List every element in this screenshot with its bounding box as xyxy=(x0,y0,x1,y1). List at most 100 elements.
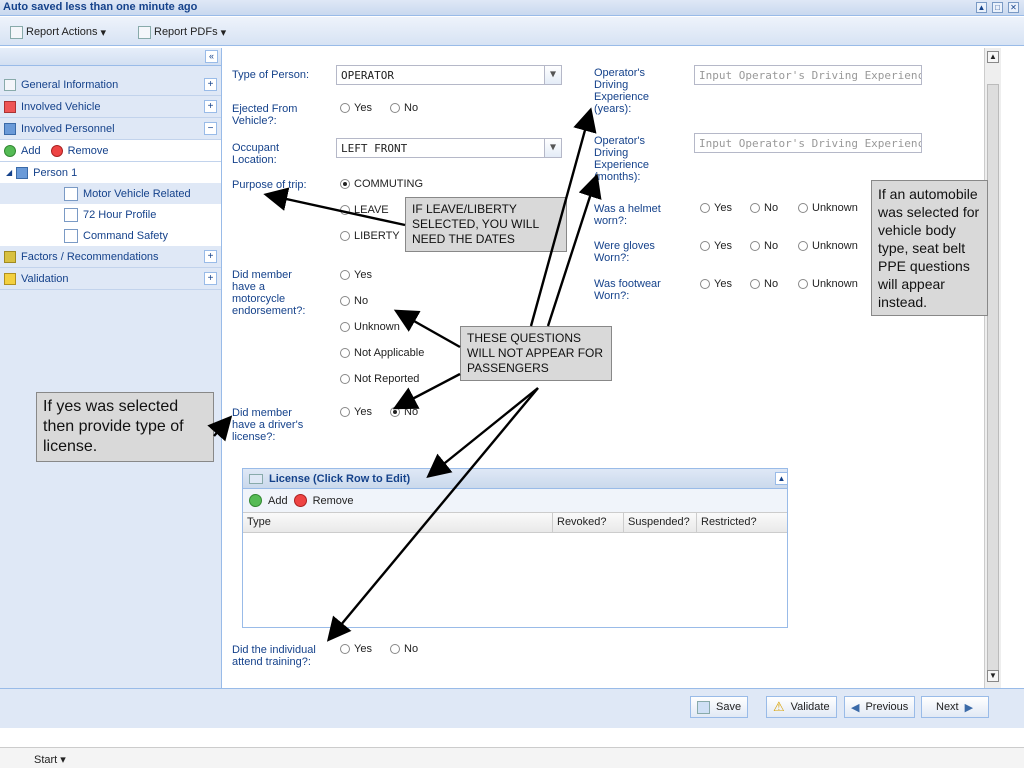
report-pdfs-button[interactable]: Report PDFs ▾ xyxy=(138,24,226,40)
helmet-unknown-radio[interactable]: Unknown xyxy=(798,202,858,214)
training-no-radio[interactable]: No xyxy=(390,643,418,655)
report-actions-button[interactable]: Report Actions ▾ xyxy=(10,24,106,40)
add-license-button[interactable]: Add xyxy=(268,495,288,507)
gloves-unknown-radio[interactable]: Unknown xyxy=(798,240,858,252)
footwear-no-radio[interactable]: No xyxy=(750,278,778,290)
collapse-icon[interactable]: − xyxy=(204,122,217,135)
column-suspended[interactable]: Suspended? xyxy=(624,513,697,532)
sidebar-item-factors[interactable]: Factors / Recommendations + xyxy=(0,246,221,268)
radio-label: Yes xyxy=(714,202,732,214)
vertical-scrollbar[interactable]: ▲ ▼ xyxy=(984,48,1001,688)
chevron-down-icon[interactable]: ▼ xyxy=(544,139,561,157)
expand-icon[interactable]: + xyxy=(204,250,217,263)
start-label: Start xyxy=(34,754,58,766)
report-pdfs-label: Report PDFs xyxy=(154,26,218,38)
helmet-yes-radio[interactable]: Yes xyxy=(700,202,732,214)
previous-button[interactable]: ◀ Previous xyxy=(844,696,916,718)
printer-icon xyxy=(138,25,151,39)
remove-icon[interactable] xyxy=(293,494,307,507)
tree-item-72-hour-profile[interactable]: 72 Hour Profile xyxy=(0,204,221,225)
remove-license-button[interactable]: Remove xyxy=(313,495,354,507)
ejected-yes-radio[interactable]: Yes xyxy=(340,102,372,114)
endorsement-label-line3: motorcycle xyxy=(232,293,286,305)
sidebar-item-involved-personnel[interactable]: Involved Personnel − xyxy=(0,118,221,140)
page-icon xyxy=(64,186,78,201)
tree-item-motor-vehicle-related[interactable]: Motor Vehicle Related xyxy=(0,183,221,204)
next-button[interactable]: Next ▶ xyxy=(921,696,989,718)
helmet-no-radio[interactable]: No xyxy=(750,202,778,214)
collapse-icon[interactable]: ▲ xyxy=(775,472,788,485)
expand-icon[interactable]: + xyxy=(204,272,217,285)
maximize-icon[interactable]: □ xyxy=(992,2,1003,13)
start-button[interactable]: Start ▾ xyxy=(34,753,66,766)
scrollbar-thumb[interactable] xyxy=(987,84,999,674)
validate-label: Validate xyxy=(790,701,830,713)
exp-years-input[interactable]: Input Operator's Driving Experience (yea… xyxy=(694,65,922,85)
collapse-left-icon[interactable]: « xyxy=(205,50,218,63)
radio-icon xyxy=(340,205,350,215)
footwear-yes-radio[interactable]: Yes xyxy=(700,278,732,290)
validate-button[interactable]: ⚠ Validate xyxy=(766,696,837,718)
endorsement-yes-radio[interactable]: Yes xyxy=(340,269,372,281)
exp-months-input[interactable]: Input Operator's Driving Experience (mon… xyxy=(694,133,922,153)
sidebar-item-involved-vehicle[interactable]: Involved Vehicle + xyxy=(0,96,221,118)
chevron-down-icon[interactable]: ▼ xyxy=(544,66,561,84)
column-revoked[interactable]: Revoked? xyxy=(553,513,624,532)
radio-label: No xyxy=(764,240,779,252)
radio-label: Unknown xyxy=(812,202,858,214)
endorsement-unknown-radio[interactable]: Unknown xyxy=(340,321,400,333)
exp-months-label-line3: Experience xyxy=(594,159,650,171)
sidebar-item-validation[interactable]: Validation + xyxy=(0,268,221,290)
radio-label: COMMUTING xyxy=(354,178,424,190)
purpose-commuting-radio[interactable]: COMMUTING xyxy=(340,178,423,190)
license-grid-header[interactable]: License (Click Row to Edit) ▲ xyxy=(243,469,788,489)
radio-label: No xyxy=(354,295,369,307)
helmet-label-line1: Was a helmet xyxy=(594,203,661,215)
column-restricted[interactable]: Restricted? xyxy=(697,513,787,532)
close-icon[interactable]: ✕ xyxy=(1008,2,1019,13)
occupant-label-line1: Occupant xyxy=(232,142,280,154)
radio-icon xyxy=(340,374,350,384)
add-icon[interactable] xyxy=(4,144,16,157)
warning-icon: ⚠ xyxy=(773,699,785,714)
purpose-liberty-radio[interactable]: LIBERTY xyxy=(340,230,400,242)
add-icon[interactable] xyxy=(249,494,262,507)
occupant-label-line2: Location: xyxy=(232,154,277,166)
footwear-unknown-radio[interactable]: Unknown xyxy=(798,278,858,290)
radio-icon xyxy=(750,279,760,289)
occupant-location-value: LEFT FRONT xyxy=(341,142,408,155)
column-type[interactable]: Type xyxy=(243,513,553,532)
purpose-leave-radio[interactable]: LEAVE xyxy=(340,204,389,216)
gloves-no-radio[interactable]: No xyxy=(750,240,778,252)
callout-leave-liberty: IF LEAVE/LIBERTY SELECTED, YOU WILL NEED… xyxy=(405,197,567,252)
person-icon xyxy=(16,166,29,179)
scroll-down-icon[interactable]: ▼ xyxy=(987,670,999,682)
exp-months-label-line1: Operator's xyxy=(594,135,646,147)
scroll-up-icon[interactable]: ▲ xyxy=(987,51,999,63)
collapse-icon[interactable]: ▲ xyxy=(976,2,987,13)
page-icon xyxy=(64,228,78,243)
sidebar-item-general-information[interactable]: General Information + xyxy=(0,74,221,96)
remove-person-button[interactable]: Remove xyxy=(68,145,109,157)
type-of-person-select[interactable]: OPERATOR ▼ xyxy=(336,65,562,85)
ejected-no-radio[interactable]: No xyxy=(390,102,418,114)
sidebar-item-label: General Information xyxy=(21,78,119,91)
occupant-location-select[interactable]: LEFT FRONT ▼ xyxy=(336,138,562,158)
save-button[interactable]: Save xyxy=(690,696,749,718)
training-yes-radio[interactable]: Yes xyxy=(340,643,372,655)
tree-item-person[interactable]: ◢ Person 1 xyxy=(0,162,221,183)
tree-toggle-icon[interactable]: ◢ xyxy=(6,168,12,177)
gloves-yes-radio[interactable]: Yes xyxy=(700,240,732,252)
exp-years-label-line3: Experience xyxy=(594,91,650,103)
license-no-radio[interactable]: No xyxy=(390,406,418,418)
start-bar: Start ▾ xyxy=(0,747,1024,768)
endorsement-not-reported-radio[interactable]: Not Reported xyxy=(340,373,419,385)
expand-icon[interactable]: + xyxy=(204,78,217,91)
endorsement-no-radio[interactable]: No xyxy=(340,295,368,307)
remove-icon[interactable] xyxy=(50,144,63,157)
expand-icon[interactable]: + xyxy=(204,100,217,113)
license-yes-radio[interactable]: Yes xyxy=(340,406,372,418)
tree-item-command-safety[interactable]: Command Safety xyxy=(0,225,221,246)
add-person-button[interactable]: Add xyxy=(21,145,41,157)
endorsement-not-applicable-radio[interactable]: Not Applicable xyxy=(340,347,424,359)
